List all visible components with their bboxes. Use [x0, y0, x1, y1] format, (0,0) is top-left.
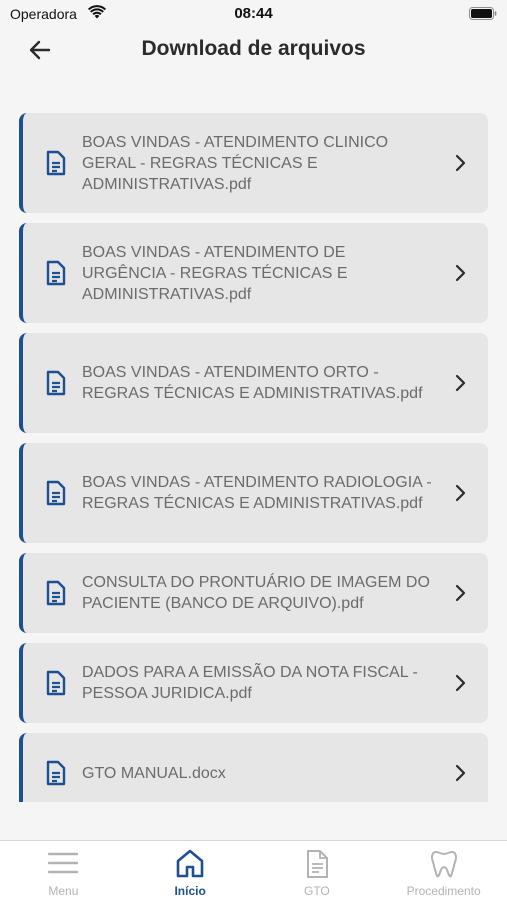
document-icon	[46, 150, 66, 176]
tab-label: Início	[174, 884, 206, 898]
file-item[interactable]: BOAS VINDAS - ATENDIMENTO CLINICO GERAL …	[19, 113, 488, 213]
status-time: 08:44	[234, 5, 273, 22]
document-icon	[46, 760, 66, 786]
tab-inicio[interactable]: Início	[127, 841, 254, 900]
chevron-right-icon	[455, 154, 466, 172]
file-item[interactable]: BOAS VINDAS - ATENDIMENTO ORTO - REGRAS …	[19, 333, 488, 433]
chevron-right-icon	[455, 764, 466, 782]
file-name: CONSULTA DO PRONTUÁRIO DE IMAGEM DO PACI…	[82, 574, 430, 612]
home-icon	[176, 849, 204, 878]
file-name: BOAS VINDAS - ATENDIMENTO RADIOLOGIA - R…	[82, 474, 432, 512]
file-item[interactable]: DADOS PARA A EMISSÃO DA NOTA FISCAL - PE…	[19, 643, 488, 723]
tab-bar: Menu Início GTO Procedimento	[0, 840, 507, 900]
tab-label: Menu	[48, 884, 79, 898]
chevron-right-icon	[455, 484, 466, 502]
status-bar: Operadora 08:44	[0, 0, 507, 28]
file-item[interactable]: GTO MANUAL.docx	[19, 733, 488, 802]
file-name: DADOS PARA A EMISSÃO DA NOTA FISCAL - PE…	[82, 664, 418, 702]
chevron-right-icon	[455, 264, 466, 282]
file-list[interactable]: BOAS VINDAS - ATENDIMENTO CLINICO GERAL …	[19, 113, 488, 802]
chevron-right-icon	[455, 374, 466, 392]
tab-label: Procedimento	[406, 884, 481, 898]
file-name: BOAS VINDAS - ATENDIMENTO DE URGÊNCIA - …	[82, 243, 348, 303]
tab-procedimento[interactable]: Procedimento	[380, 841, 507, 900]
document-icon	[306, 850, 328, 878]
chevron-right-icon	[455, 674, 466, 692]
battery-icon	[469, 7, 497, 20]
document-icon	[46, 370, 66, 396]
file-item[interactable]: CONSULTA DO PRONTUÁRIO DE IMAGEM DO PACI…	[19, 553, 488, 633]
navigation-header: Download de arquivos	[0, 28, 507, 72]
document-icon	[46, 670, 66, 696]
page-title: Download de arquivos	[141, 37, 366, 60]
file-name: BOAS VINDAS - ATENDIMENTO ORTO - REGRAS …	[82, 364, 423, 402]
document-icon	[46, 480, 66, 506]
file-name: GTO MANUAL.docx	[82, 764, 226, 782]
document-icon	[46, 260, 66, 286]
document-icon	[46, 580, 66, 606]
file-item[interactable]: BOAS VINDAS - ATENDIMENTO DE URGÊNCIA - …	[19, 223, 488, 323]
chevron-right-icon	[455, 584, 466, 602]
tab-menu[interactable]: Menu	[0, 841, 127, 900]
tab-gto[interactable]: GTO	[254, 841, 381, 900]
tab-label: GTO	[303, 884, 330, 898]
tooth-icon	[430, 851, 457, 878]
file-name: BOAS VINDAS - ATENDIMENTO CLINICO GERAL …	[82, 133, 389, 193]
file-item[interactable]: BOAS VINDAS - ATENDIMENTO RADIOLOGIA - R…	[19, 443, 488, 543]
hamburger-menu-icon	[48, 852, 79, 874]
